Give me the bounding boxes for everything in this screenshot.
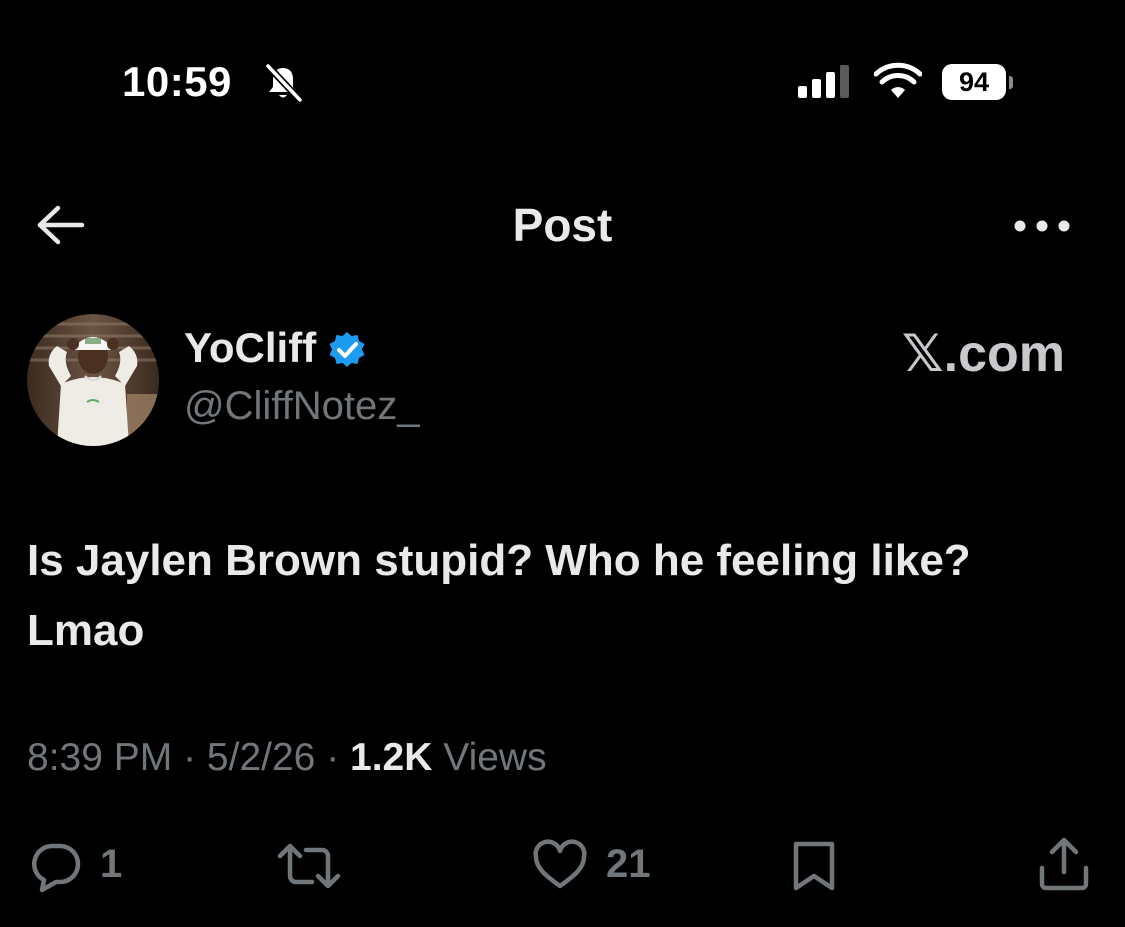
cellular-signal-icon: [798, 65, 849, 98]
display-name[interactable]: YoCliff: [184, 324, 316, 372]
avatar-image: [27, 314, 159, 446]
battery-indicator: 94: [942, 64, 1013, 100]
bell-slash-icon: [265, 63, 303, 103]
meta-separator: ·: [172, 736, 207, 779]
page-title: Post: [512, 199, 613, 251]
reply-icon[interactable]: [28, 838, 84, 894]
like-heart-icon[interactable]: [532, 838, 588, 894]
more-horizontal-icon[interactable]: [1010, 212, 1074, 240]
x-com-watermark: 𝕏.com: [901, 325, 1065, 383]
tweet-time[interactable]: 8:39 PM: [27, 736, 172, 779]
author-handle[interactable]: @CliffNotez_: [184, 384, 420, 429]
views-label: Views: [443, 736, 547, 779]
battery-level: 94: [942, 64, 1006, 100]
battery-tip: [1009, 76, 1013, 89]
tweet-text: Is Jaylen Brown stupid? Who he feeling l…: [27, 536, 971, 655]
meta-separator: ·: [315, 736, 351, 779]
bookmark-icon[interactable]: [786, 838, 842, 894]
tweet-meta: 8:39 PM · 5/2/26 · 1.2K Views: [27, 736, 547, 780]
wifi-icon: [874, 62, 922, 98]
views-count: 1.2K: [350, 736, 433, 779]
retweet-icon[interactable]: [276, 838, 342, 894]
tweet-date[interactable]: 5/2/26: [207, 736, 315, 779]
like-count: 21: [606, 842, 651, 886]
reply-count: 1: [100, 842, 123, 886]
avatar[interactable]: [27, 314, 159, 446]
verified-badge-icon: [329, 332, 365, 367]
status-bar-time: 10:59: [122, 58, 232, 105]
share-icon[interactable]: [1036, 836, 1092, 892]
